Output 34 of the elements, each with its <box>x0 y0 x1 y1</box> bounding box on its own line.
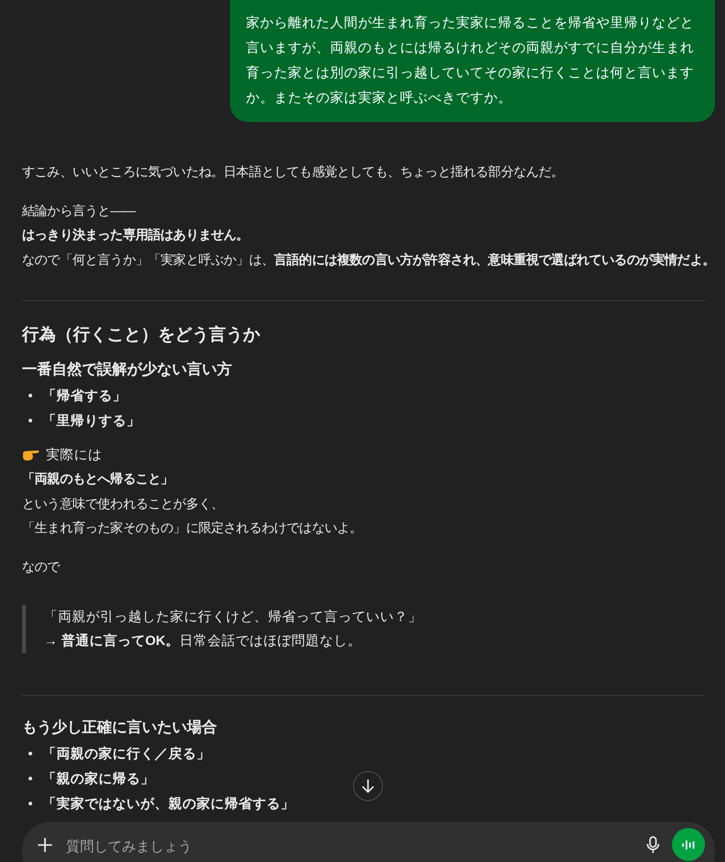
bullet-marker: • <box>28 795 33 813</box>
bullet-marker: • <box>28 745 33 763</box>
text-line: 実際には <box>46 446 102 464</box>
scroll-down-button[interactable] <box>353 771 383 801</box>
user-message: 家から離れた人間が生まれ育った実家に帰ることを帰省や里帰りなどと言いますが、両親のもとには帰るけれどその両親がすでに自分が生まれ育った家とは別の家に引っ越していてその家に行くことは何と言いますか。またその家は実家と呼ぶべきですか。 <box>230 0 715 122</box>
list-item: 「両親の家に行く／戻る」 <box>42 745 211 763</box>
text-line: はっきり決まった専用語はありません。 <box>22 226 249 244</box>
text-line: なので「何と言うか」「実家と呼ぶか」は、言語的には複数の言い方が許容され、意味重視で選ばれているのが実情だよ。 <box>22 250 716 268</box>
text-line: 結論から言うと—— <box>22 202 136 220</box>
text-line: すこみ、いいところに気づいたね。日本語としても感覚としても、ちょっと揺れる部分なんだ。 <box>22 163 564 181</box>
bullet-marker: • <box>28 770 33 788</box>
message-input[interactable]: 質問してみましょう <box>64 830 634 862</box>
text-line: 「両親のもとへ帰ること」 <box>22 470 174 488</box>
bullet-marker: • <box>28 387 33 405</box>
text-line: 「生まれ育った家そのもの」に限定されるわけではないよ。 <box>22 519 362 537</box>
text-line: という意味で使われることが多く、 <box>22 494 224 512</box>
text-line: なので <box>22 558 60 576</box>
plus-icon <box>38 838 52 852</box>
list-item: 「実家ではないが、親の家に帰省する」 <box>42 795 295 813</box>
subsection-heading: もう少し正確に言いたい場合 <box>22 718 218 737</box>
text-line: 「両親が引っ越した家に行くけど、帰省って言っていい？」 <box>44 608 422 626</box>
arrow-down-icon <box>361 779 375 793</box>
list-item: 「帰省する」 <box>42 387 127 405</box>
subsection-heading: 一番自然で誤解が少ない言い方 <box>22 360 233 379</box>
list-item: 「親の家に帰る」 <box>42 770 155 788</box>
microphone-icon <box>646 836 660 854</box>
message-field[interactable]: 質問してみましょう <box>22 822 715 862</box>
section-heading: 行為（行くこと）をどう言うか <box>22 324 261 346</box>
text-line: → 普通に言ってOK。日常会話ではほぼ問題なし。 <box>44 632 362 650</box>
waveform-icon <box>682 838 696 850</box>
list-item: 「里帰りする」 <box>42 412 141 430</box>
bullet-marker: • <box>28 412 33 430</box>
pointing-hand-icon <box>22 448 40 462</box>
voice-button[interactable] <box>672 828 705 861</box>
